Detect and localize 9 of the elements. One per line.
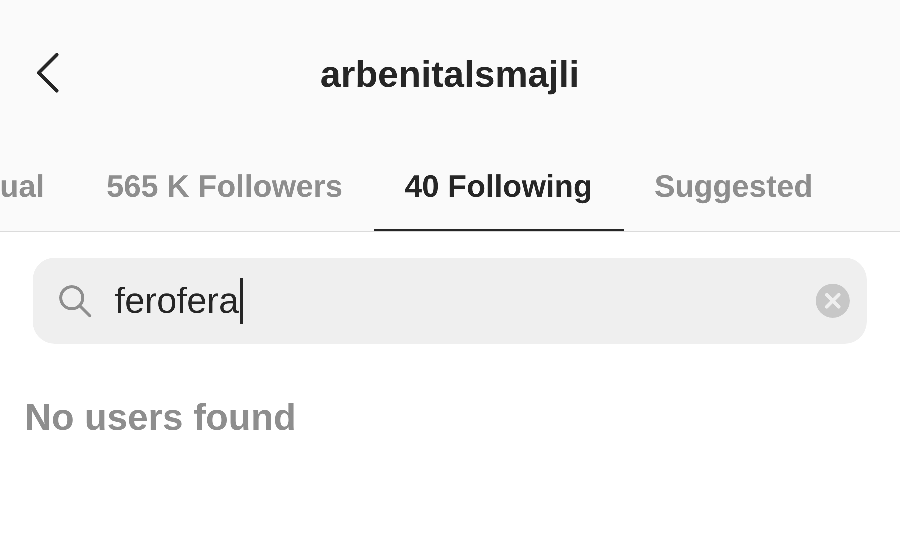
tab[interactable]: 40 Following	[374, 146, 624, 231]
tab[interactable]: Suggested	[624, 146, 844, 231]
back-icon[interactable]	[34, 52, 60, 94]
empty-state-message: No users found	[24, 396, 298, 440]
search-icon	[57, 283, 93, 319]
profile-username: arbenitalsmajli	[320, 53, 580, 98]
tab[interactable]: 565 K Followers	[76, 146, 374, 231]
search-field[interactable]: ferofera	[33, 258, 867, 344]
tab[interactable]: ual	[0, 146, 76, 231]
